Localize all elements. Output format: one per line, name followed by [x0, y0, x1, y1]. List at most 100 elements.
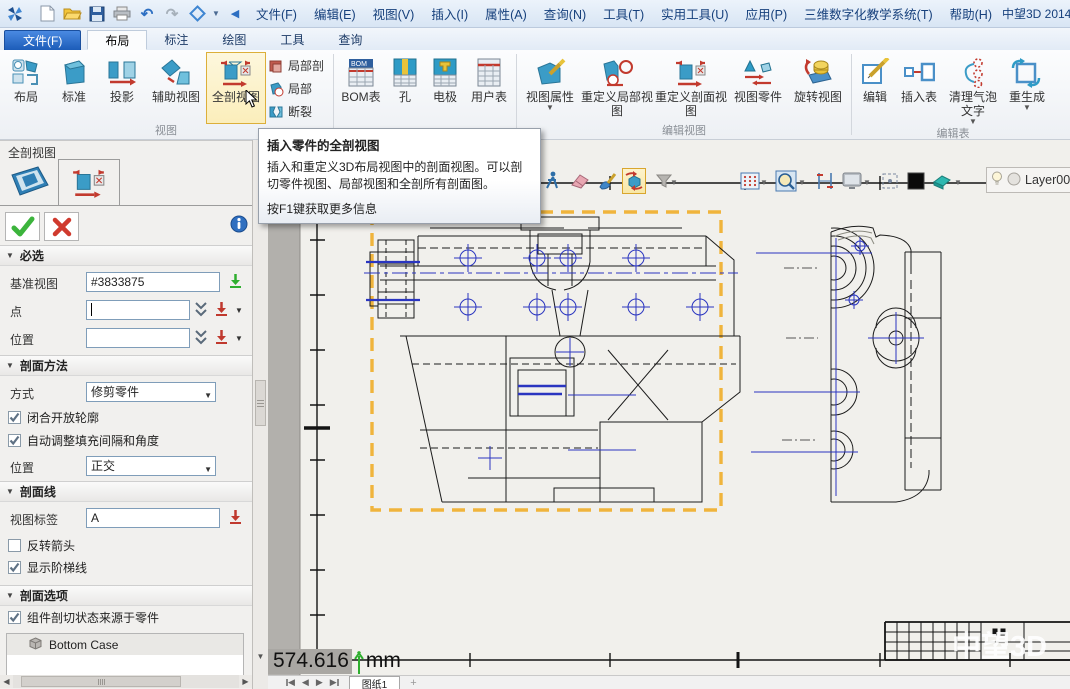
- tab-annotation[interactable]: 标注: [147, 30, 205, 50]
- standard-view-button[interactable]: 标准: [50, 52, 98, 124]
- tab-layout[interactable]: 布局: [87, 30, 147, 50]
- checkbox-checked-icon[interactable]: [8, 434, 21, 447]
- dropdown-arrow-icon[interactable]: ▼: [969, 118, 977, 126]
- scrollbar-thumb[interactable]: [21, 676, 181, 687]
- shaded-display-icon[interactable]: [930, 168, 954, 194]
- edit-button[interactable]: 编辑: [855, 52, 895, 127]
- checkbox-checked-icon[interactable]: [8, 411, 21, 424]
- regenerate-button[interactable]: 重生成 ▼: [1003, 52, 1051, 127]
- dropdown-arrow-icon[interactable]: ▼: [760, 178, 768, 187]
- scrollbar-track[interactable]: [13, 675, 239, 688]
- file-menu-button[interactable]: 文件(F): [4, 30, 81, 50]
- layer-selector[interactable]: Layer0000: [986, 167, 1070, 193]
- dropdown-arrow-icon[interactable]: ▼: [211, 4, 221, 24]
- component-list[interactable]: Bottom Case: [6, 633, 244, 677]
- rotate-view-button[interactable]: 旋转视图: [788, 52, 848, 124]
- lightbulb-icon[interactable]: [991, 171, 1003, 189]
- menu-utilities[interactable]: 实用工具(U): [654, 1, 735, 26]
- open-folder-icon[interactable]: [61, 4, 83, 24]
- projection-button[interactable]: 投影: [98, 52, 146, 124]
- cancel-button[interactable]: [44, 212, 79, 241]
- add-sheet-icon[interactable]: +: [400, 676, 426, 689]
- layout-button[interactable]: 布局: [2, 52, 50, 124]
- dropdown-arrow-icon[interactable]: ▼: [798, 178, 806, 187]
- undo-icon[interactable]: ↶: [136, 4, 158, 24]
- first-sheet-icon[interactable]: ◀: [286, 677, 295, 688]
- section-tool-active-icon[interactable]: [622, 168, 646, 194]
- clean-balloon-text-button[interactable]: 清理气泡文字 ▼: [943, 52, 1003, 127]
- list-item[interactable]: Bottom Case: [7, 634, 243, 655]
- electrode-table-button[interactable]: 电极: [425, 52, 465, 124]
- menu-applications[interactable]: 应用(P): [738, 1, 794, 26]
- panel-horizontal-scrollbar[interactable]: ◀ ▶: [0, 675, 252, 688]
- tab-tools[interactable]: 工具: [263, 30, 321, 50]
- detail-view-button[interactable]: 局部: [266, 79, 330, 99]
- save-icon[interactable]: [86, 4, 108, 24]
- dropdown-arrow-icon[interactable]: ▼: [670, 178, 678, 187]
- point-input[interactable]: [86, 300, 190, 320]
- selection-box-icon[interactable]: [878, 168, 902, 194]
- redefine-section-view-button[interactable]: 重定义剖面视图: [654, 52, 728, 124]
- clip-plane-icon[interactable]: [813, 168, 837, 194]
- menu-file[interactable]: 文件(F): [249, 1, 304, 26]
- menu-tools[interactable]: 工具(T): [596, 1, 651, 26]
- point-options-dropdown-icon[interactable]: ▼: [235, 306, 243, 315]
- full-section-view-button[interactable]: 全剖视图: [206, 52, 266, 124]
- sheet-tab[interactable]: 图纸1: [349, 676, 401, 689]
- menu-insert[interactable]: 插入(I): [424, 1, 475, 26]
- pick-point-icon[interactable]: [213, 301, 231, 319]
- mode-select[interactable]: 修剪零件▼: [86, 382, 216, 402]
- auxiliary-view-button[interactable]: 辅助视图: [146, 52, 206, 124]
- dropdown-arrow-icon[interactable]: ▼: [546, 104, 554, 112]
- bom-table-button[interactable]: BOM BOM表: [337, 52, 385, 124]
- expand-chevrons-icon[interactable]: [194, 329, 212, 347]
- display-mode-icon[interactable]: [840, 168, 864, 194]
- info-button[interactable]: [230, 215, 248, 233]
- view-tag-input[interactable]: A: [86, 508, 220, 528]
- scroll-left-icon[interactable]: ◀: [0, 675, 13, 688]
- pick-position-icon[interactable]: [213, 329, 231, 347]
- ok-button[interactable]: [5, 212, 40, 241]
- menu-3d-teaching-system[interactable]: 三维数字化教学系统(T): [797, 1, 939, 26]
- component-state-checkbox-row[interactable]: 组件剖切状态来源于零件: [8, 609, 159, 626]
- position-options-dropdown-icon[interactable]: ▼: [235, 334, 243, 343]
- view-parts-button[interactable]: 视图零件: [728, 52, 788, 124]
- menu-edit[interactable]: 编辑(E): [307, 1, 363, 26]
- walk-through-icon[interactable]: [540, 168, 564, 194]
- new-file-icon[interactable]: [36, 4, 58, 24]
- menu-view[interactable]: 视图(V): [366, 1, 422, 26]
- tab-inquire[interactable]: 查询: [321, 30, 379, 50]
- scrollbar-thumb[interactable]: [255, 380, 266, 426]
- tab-drawing[interactable]: 绘图: [205, 30, 263, 50]
- section-header-method[interactable]: ▼ 剖面方法: [0, 355, 252, 376]
- zoom-tool-icon[interactable]: [774, 168, 798, 194]
- panel-section-tab-active[interactable]: [58, 159, 120, 206]
- checkbox-unchecked-icon[interactable]: [8, 539, 21, 552]
- show-step-checkbox-row[interactable]: 显示阶梯线: [8, 559, 87, 576]
- pick-tag-icon[interactable]: [227, 509, 245, 527]
- prev-sheet-icon[interactable]: ◀: [302, 677, 309, 688]
- expand-chevrons-icon[interactable]: [194, 301, 212, 319]
- local-section-button[interactable]: 局部剖: [266, 56, 330, 76]
- collapse-toolbar-icon[interactable]: ◀: [224, 4, 246, 24]
- menu-help[interactable]: 帮助(H): [943, 1, 999, 26]
- broken-view-button[interactable]: 断裂: [266, 102, 330, 122]
- closed-profile-checkbox-row[interactable]: 闭合开放轮廓: [8, 409, 99, 426]
- base-view-input[interactable]: #3833875: [86, 272, 220, 292]
- flip-arrow-checkbox-row[interactable]: 反转箭头: [8, 537, 75, 554]
- view-navigation-icon[interactable]: [186, 4, 208, 24]
- redo-icon[interactable]: ↷: [161, 4, 183, 24]
- section-header-required[interactable]: ▼ 必选: [0, 245, 252, 266]
- location-select[interactable]: 正交▼: [86, 456, 216, 476]
- menu-attributes[interactable]: 属性(A): [478, 1, 534, 26]
- pick-base-view-icon[interactable]: [227, 273, 245, 291]
- eraser-icon[interactable]: [568, 168, 592, 194]
- paintbrush-icon[interactable]: [596, 168, 620, 194]
- last-sheet-icon[interactable]: ▶: [330, 677, 339, 688]
- position-input[interactable]: [86, 328, 190, 348]
- user-table-button[interactable]: 用户表: [465, 52, 513, 124]
- view-attributes-button[interactable]: 视图属性 ▼: [520, 52, 580, 124]
- redefine-detail-view-button[interactable]: 重定义局部视图: [580, 52, 654, 124]
- dropdown-arrow-icon[interactable]: ▼: [1023, 104, 1031, 112]
- print-icon[interactable]: [111, 4, 133, 24]
